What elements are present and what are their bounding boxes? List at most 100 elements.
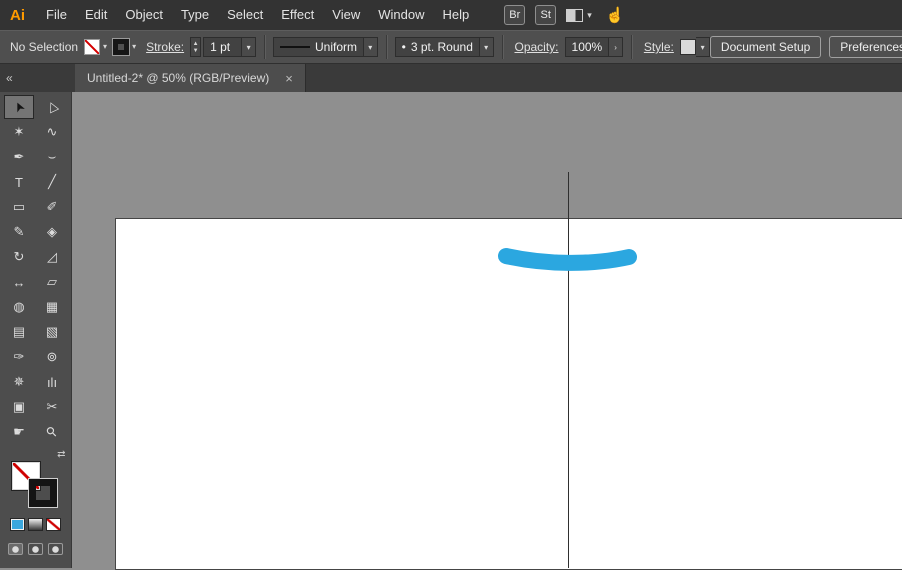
fill-color-dropdown[interactable]: ▾ bbox=[84, 39, 107, 55]
opacity-dropdown-button[interactable]: › bbox=[609, 37, 623, 57]
free-transform-tool[interactable]: ▱ bbox=[37, 270, 67, 294]
menu-view[interactable]: View bbox=[323, 0, 369, 30]
width-profile-select[interactable]: Uniform bbox=[272, 37, 364, 57]
gradient-button[interactable] bbox=[28, 518, 43, 531]
stroke-panel-link[interactable]: Stroke: bbox=[146, 40, 184, 54]
rotate-tool[interactable]: ↻ bbox=[4, 245, 34, 269]
stroke-weight-dropdown-button[interactable]: ▾ bbox=[242, 37, 256, 57]
type-tool[interactable]: T bbox=[4, 170, 34, 194]
blend-tool[interactable]: ⊚ bbox=[37, 345, 67, 369]
none-button[interactable] bbox=[46, 518, 61, 531]
blend-tool-icon: ⊚ bbox=[46, 349, 58, 364]
brush-preview-icon: • bbox=[401, 40, 406, 54]
arrange-documents-dropdown[interactable]: ▾ bbox=[566, 8, 592, 22]
close-icon[interactable]: × bbox=[285, 71, 293, 86]
slice-tool-icon: ✂ bbox=[46, 399, 58, 414]
app-bar: Ai File Edit Object Type Select Effect View Win… bbox=[0, 0, 902, 30]
artboard-tool[interactable]: ▣ bbox=[4, 395, 34, 419]
control-bar: No Selection ▾ ▾ Stroke: ▲ ▼ 1 pt ▾ Unif… bbox=[0, 30, 902, 64]
selection-tool[interactable]: ➤ bbox=[4, 95, 34, 119]
zoom-tool-icon: ⚲ bbox=[42, 422, 61, 441]
brush-definition-select[interactable]: • 3 pt. Round bbox=[394, 37, 480, 57]
opacity-panel-link[interactable]: Opacity: bbox=[515, 40, 559, 54]
draw-inside-button[interactable] bbox=[48, 543, 63, 555]
stepper-up-icon: ▲ bbox=[192, 40, 199, 47]
illustrator-logo: Ai bbox=[10, 6, 25, 24]
width-profile-dropdown-button[interactable]: ▾ bbox=[364, 37, 378, 57]
menu-help[interactable]: Help bbox=[433, 0, 478, 30]
gradient-tool[interactable]: ▧ bbox=[37, 320, 67, 344]
stroke-swatch-icon bbox=[112, 38, 131, 56]
stock-button[interactable]: St bbox=[535, 5, 557, 25]
menu-edit[interactable]: Edit bbox=[76, 0, 116, 30]
symbol-sprayer-tool[interactable]: ✵ bbox=[4, 370, 34, 394]
shape-builder-tool[interactable]: ◍ bbox=[4, 295, 34, 319]
stroke-swatch[interactable] bbox=[27, 478, 58, 508]
width-tool[interactable]: ↔ bbox=[4, 270, 34, 294]
stroke-weight-stepper[interactable]: ▲ ▼ bbox=[190, 37, 202, 57]
curvature-tool[interactable]: ⌣ bbox=[37, 145, 67, 169]
brush-definition-value: 3 pt. Round bbox=[410, 40, 473, 54]
paintbrush-tool[interactable]: ✐ bbox=[37, 195, 67, 219]
curvature-tool-icon: ⌣ bbox=[47, 149, 57, 164]
menu-select[interactable]: Select bbox=[218, 0, 272, 30]
lasso-tool[interactable]: ∿ bbox=[37, 120, 67, 144]
hand-tool[interactable]: ☛ bbox=[4, 420, 34, 444]
stroke-color-dropdown[interactable]: ▾ bbox=[112, 38, 137, 56]
menu-file[interactable]: File bbox=[37, 0, 76, 30]
paintbrush-tool-icon: ✐ bbox=[46, 199, 58, 214]
draw-behind-button[interactable] bbox=[28, 543, 43, 555]
magic-wand-tool[interactable]: ✶ bbox=[4, 120, 34, 144]
collapse-panel-icon[interactable]: « bbox=[6, 71, 13, 85]
shaper-tool[interactable]: ✎ bbox=[4, 220, 34, 244]
touch-workspace-icon[interactable]: ☝ bbox=[606, 6, 625, 24]
swap-fill-stroke-icon[interactable]: ⇄ bbox=[57, 449, 65, 460]
eyedropper-tool[interactable]: ✑ bbox=[4, 345, 34, 369]
stroke-weight-input[interactable]: 1 pt bbox=[203, 37, 243, 57]
width-profile-preview-icon bbox=[279, 46, 310, 48]
graphic-style-swatch[interactable] bbox=[679, 39, 697, 55]
line-segment-tool[interactable]: ╱ bbox=[37, 170, 67, 194]
scale-tool[interactable]: ◿ bbox=[37, 245, 67, 269]
separator bbox=[501, 35, 503, 59]
style-dropdown-button[interactable]: ▾ bbox=[696, 37, 710, 57]
control-bar-buttons: Document Setup Preferences bbox=[709, 36, 902, 58]
width-tool-icon: ↔ bbox=[12, 274, 26, 290]
eraser-tool[interactable]: ◈ bbox=[37, 220, 67, 244]
preferences-button[interactable]: Preferences bbox=[829, 36, 902, 58]
artwork-layer bbox=[498, 172, 637, 568]
color-button[interactable] bbox=[10, 518, 25, 531]
menu-effect[interactable]: Effect bbox=[272, 0, 323, 30]
draw-normal-button[interactable] bbox=[8, 543, 23, 555]
symbol-sprayer-tool-icon: ✵ bbox=[13, 374, 25, 389]
canvas[interactable] bbox=[72, 92, 902, 570]
selection-status: No Selection bbox=[10, 40, 79, 54]
perspective-grid-tool-icon: ▦ bbox=[45, 299, 59, 314]
direct-selection-tool-icon: ▷ bbox=[42, 99, 61, 115]
drawing-modes-row bbox=[8, 543, 63, 555]
menu-type[interactable]: Type bbox=[172, 0, 218, 30]
bridge-button[interactable]: Br bbox=[504, 5, 526, 25]
menu-object[interactable]: Object bbox=[116, 0, 172, 30]
document-tab[interactable]: Untitled-2* @ 50% (RGB/Preview) × bbox=[75, 64, 306, 92]
slice-tool[interactable]: ✂ bbox=[37, 395, 67, 419]
separator bbox=[385, 35, 387, 59]
column-graph-tool[interactable]: ılı bbox=[37, 370, 67, 394]
brush-definition-dropdown-button[interactable]: ▾ bbox=[479, 37, 494, 57]
color-mode-row bbox=[10, 518, 61, 531]
appbar-right-cluster: Br St ▾ ☝ bbox=[504, 5, 624, 25]
opacity-input[interactable]: 100% bbox=[564, 37, 610, 57]
pen-tool-icon: ✒ bbox=[13, 149, 25, 164]
brush-stroke-path[interactable] bbox=[498, 248, 637, 271]
pen-tool[interactable]: ✒ bbox=[4, 145, 34, 169]
style-panel-link[interactable]: Style: bbox=[644, 40, 674, 54]
chevron-down-icon: ▾ bbox=[132, 42, 137, 51]
rectangle-tool[interactable]: ▭ bbox=[4, 195, 34, 219]
menu-window[interactable]: Window bbox=[369, 0, 433, 30]
zoom-tool[interactable]: ⚲ bbox=[37, 420, 67, 444]
mesh-tool[interactable]: ▤ bbox=[4, 320, 34, 344]
menu-list: File Edit Object Type Select Effect View Window… bbox=[37, 0, 478, 30]
perspective-grid-tool[interactable]: ▦ bbox=[37, 295, 67, 319]
direct-selection-tool[interactable]: ▷ bbox=[37, 95, 67, 119]
document-setup-button[interactable]: Document Setup bbox=[709, 36, 822, 58]
